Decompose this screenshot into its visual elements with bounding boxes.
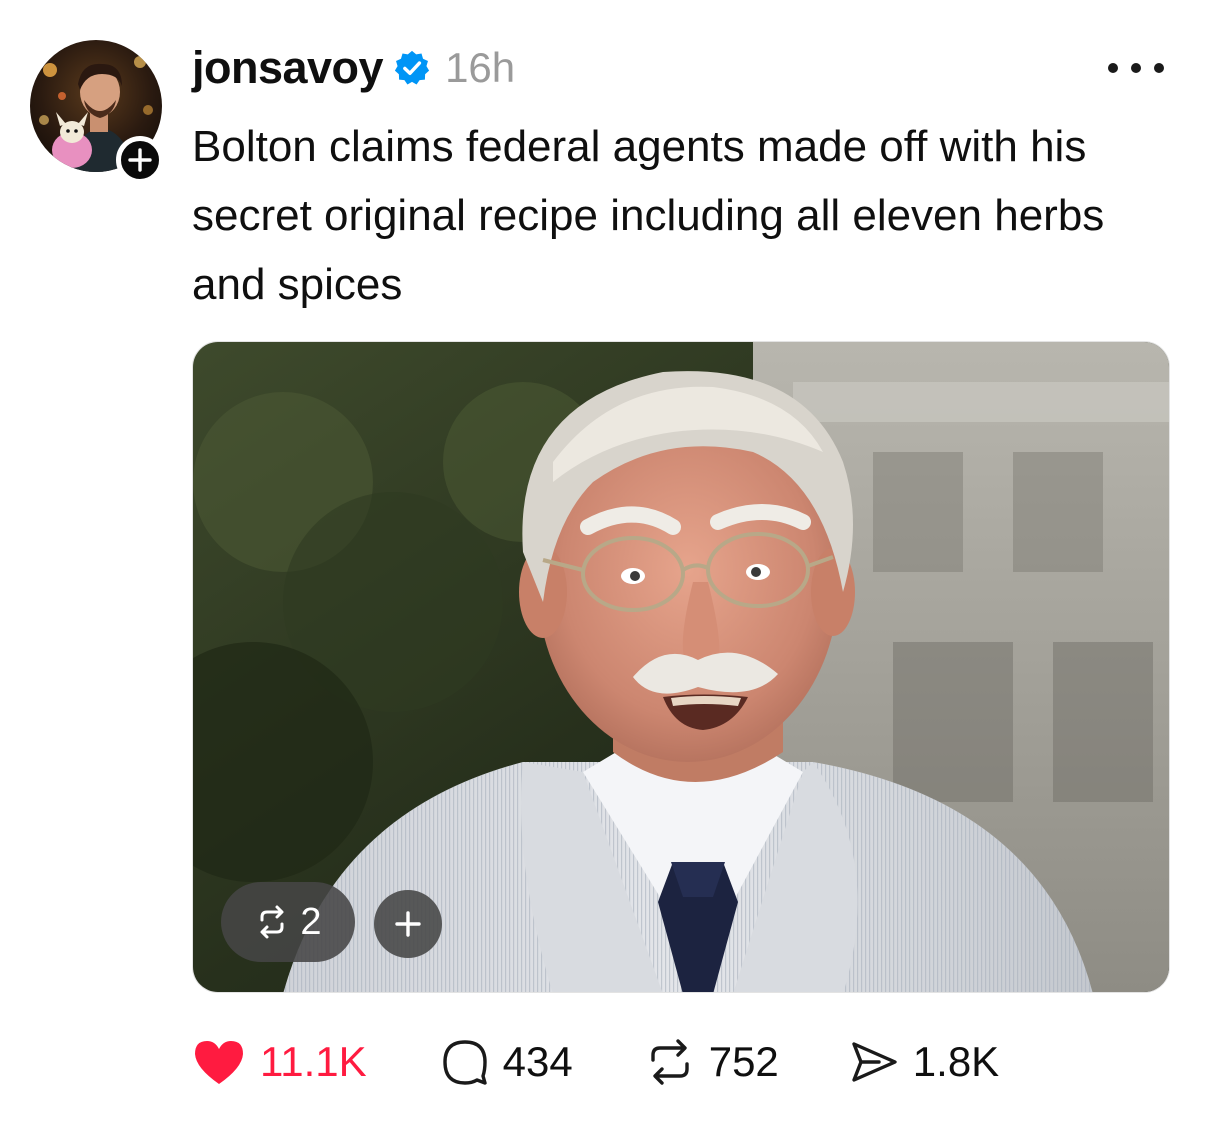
reply-count: 434 — [502, 1038, 573, 1085]
repost-icon — [260, 905, 284, 939]
post-card: jonsavoy 16h Bolton claims federal agent… — [0, 0, 1206, 1128]
repost-icon — [651, 1039, 689, 1085]
verified-badge-icon — [393, 49, 431, 87]
plus-icon — [128, 148, 152, 172]
action-bar: 11.1K 434 752 1.8K — [192, 1032, 999, 1092]
send-icon — [852, 1042, 897, 1082]
media-repost-count: 2 — [300, 900, 322, 943]
media-add-button[interactable] — [374, 890, 442, 958]
more-dots-icon — [1108, 63, 1118, 73]
username[interactable]: jonsavoy — [192, 42, 384, 94]
repost-count: 752 — [708, 1038, 779, 1085]
share-button[interactable]: 1.8K — [849, 1038, 999, 1086]
more-options-button[interactable] — [1108, 58, 1164, 78]
media-repost-count-button[interactable]: 2 — [221, 882, 355, 962]
avatar-container — [30, 40, 164, 184]
more-dots-icon — [1131, 63, 1141, 73]
post-text: Bolton claims federal agents made off wi… — [192, 122, 1105, 309]
like-button[interactable]: 11.1K — [192, 1038, 367, 1086]
like-count: 11.1K — [260, 1038, 367, 1085]
share-count: 1.8K — [912, 1038, 1000, 1085]
follow-button[interactable] — [116, 136, 164, 184]
post-header: jonsavoy 16h — [192, 38, 515, 98]
plus-icon — [395, 911, 421, 937]
repost-button[interactable]: 752 — [645, 1038, 779, 1086]
heart-icon — [195, 1041, 243, 1084]
more-dots-icon — [1154, 63, 1164, 73]
comment-bubble-icon — [442, 1040, 487, 1085]
reply-button[interactable]: 434 — [441, 1038, 573, 1086]
post-timestamp: 16h — [445, 44, 516, 91]
